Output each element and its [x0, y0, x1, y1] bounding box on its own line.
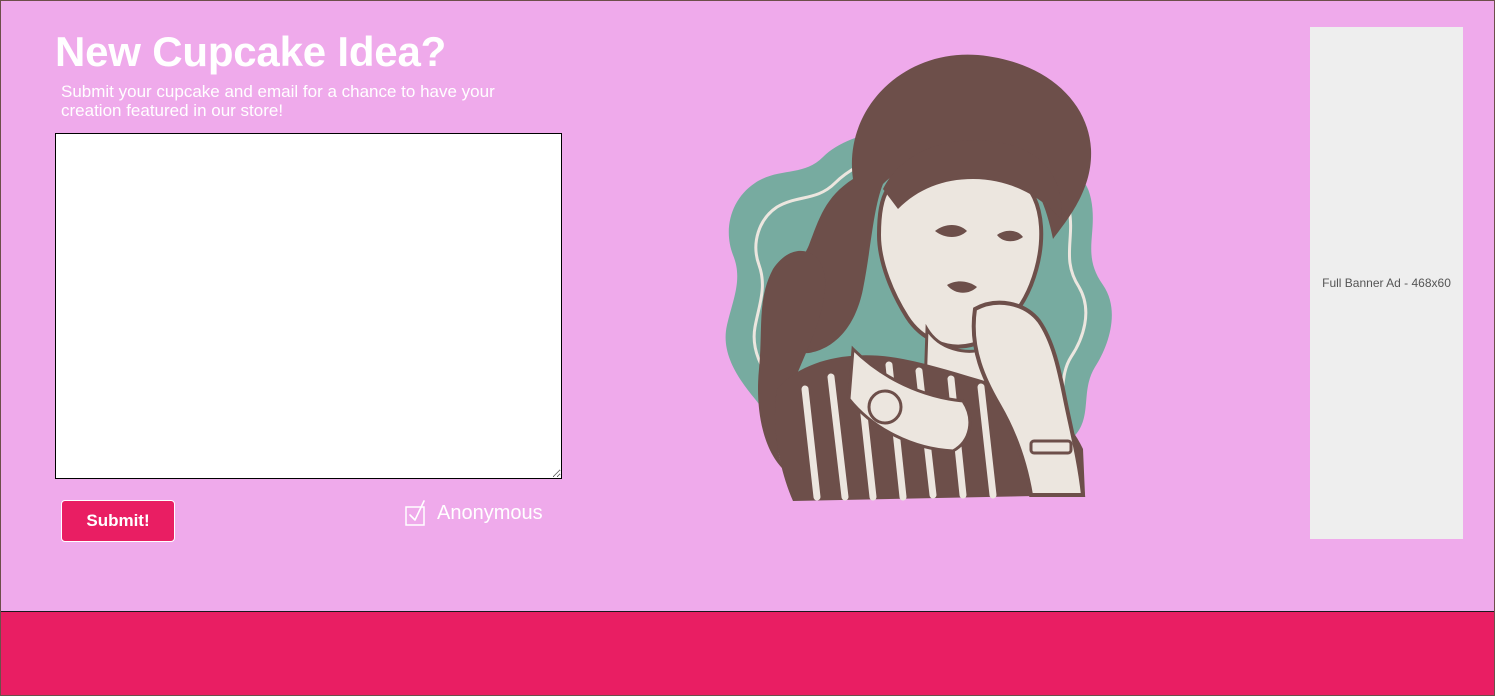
footer-bar: [1, 611, 1494, 695]
anonymous-label: Anonymous: [437, 502, 543, 524]
submit-button[interactable]: Submit!: [61, 500, 175, 542]
brooch-shape: [867, 389, 903, 425]
page-title: New Cupcake Idea?: [55, 28, 447, 75]
watch-shape: [1029, 439, 1073, 455]
banner-ad-label: Full Banner Ad - 468x60: [1322, 276, 1451, 290]
retro-woman-illustration: [725, 54, 1112, 501]
banner-ad[interactable]: Full Banner Ad - 468x60: [1310, 27, 1463, 539]
page-subtitle: Submit your cupcake and email for a chan…: [61, 82, 495, 120]
anonymous-checkbox[interactable]: Anonymous: [405, 498, 543, 528]
cupcake-idea-textarea[interactable]: [55, 133, 562, 479]
checkbox-checked-icon[interactable]: [405, 500, 427, 526]
page: New Cupcake Idea? Submit your cupcake an…: [0, 0, 1495, 696]
